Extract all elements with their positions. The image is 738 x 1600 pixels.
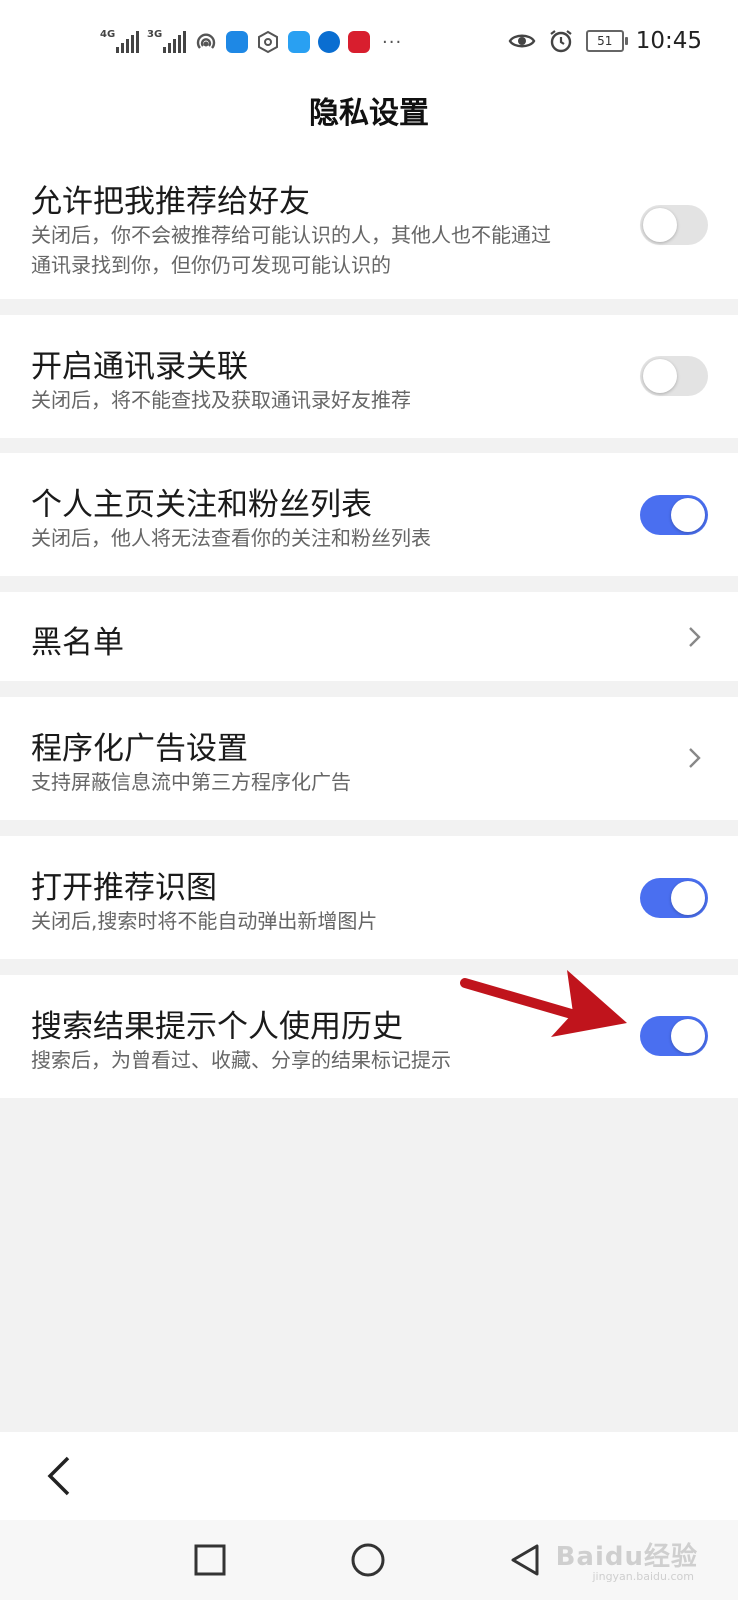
toggle-knob xyxy=(671,1019,705,1053)
clock: 10:45 xyxy=(635,28,702,54)
status-right: 51 10:45 xyxy=(508,28,702,54)
setting-recommend-to-friends: 允许把我推荐给好友 关闭后，你不会被推荐给可能认识的人，其他人也不能通过通讯录找… xyxy=(0,152,738,299)
setting-description: 关闭后,搜索时将不能自动弹出新增图片 xyxy=(31,909,378,933)
contacts-link-toggle[interactable] xyxy=(640,356,708,396)
setting-follow-fans-list: 个人主页关注和粉丝列表 关闭后，他人将无法查看你的关注和粉丝列表 xyxy=(0,453,738,576)
recent-apps-icon[interactable] xyxy=(190,1540,230,1580)
chevron-right-icon xyxy=(689,627,701,647)
baidu-watermark-url: jingyan.baidu.com xyxy=(592,1570,694,1583)
hotspot-icon xyxy=(196,33,216,49)
network-type-label: 3G xyxy=(147,29,163,40)
toggle-knob xyxy=(643,208,677,242)
setting-description: 支持屏蔽信息流中第三方程序化广告 xyxy=(31,770,351,794)
toggle-knob xyxy=(671,498,705,532)
setting-title: 搜索结果提示个人使用历史 xyxy=(31,1009,403,1045)
setting-description: 搜索后，为曾看过、收藏、分享的结果标记提示 xyxy=(31,1048,451,1072)
hexagon-icon xyxy=(258,30,278,54)
setting-description: 关闭后，你不会被推荐给可能认识的人，其他人也不能通过通讯录找到你，但你仍可发现可… xyxy=(31,223,551,277)
back-triangle-icon[interactable] xyxy=(505,1540,545,1580)
more-notifications: ··· xyxy=(382,31,403,53)
network-type-label: 4G xyxy=(100,29,116,40)
app-icon xyxy=(226,31,248,53)
setting-title: 黑名单 xyxy=(31,625,124,661)
alarm-icon xyxy=(550,30,572,53)
setting-contacts-link: 开启通讯录关联 关闭后，将不能查找及获取通讯录好友推荐 xyxy=(0,315,738,438)
back-arrow-icon[interactable] xyxy=(40,1452,80,1500)
recommend-to-friends-toggle[interactable] xyxy=(640,205,708,245)
system-nav-bar: Baidu经验 jingyan.baidu.com xyxy=(0,1520,738,1600)
setting-title: 允许把我推荐给好友 xyxy=(31,184,310,220)
toggle-knob xyxy=(643,359,677,393)
image-recognition-toggle[interactable] xyxy=(640,878,708,918)
setting-description: 关闭后，将不能查找及获取通讯录好友推荐 xyxy=(31,388,411,412)
baidu-watermark: Baidu经验 xyxy=(555,1542,698,1572)
battery-indicator: 51 xyxy=(585,30,628,52)
setting-title: 程序化广告设置 xyxy=(31,731,248,767)
app-icon xyxy=(288,31,310,53)
status-left: 4G 3G ··· xyxy=(100,29,403,54)
search-history-hint-toggle[interactable] xyxy=(640,1016,708,1056)
eye-icon xyxy=(508,34,536,48)
setting-title: 开启通讯录关联 xyxy=(31,349,248,385)
signal-icon: 3G xyxy=(147,29,186,53)
status-bar: 4G 3G ··· 51 10:45 xyxy=(0,0,738,92)
page-title: 隐私设置 xyxy=(0,92,738,153)
setting-blacklist[interactable]: 黑名单 xyxy=(0,592,738,681)
browser-icon xyxy=(318,31,340,53)
toggle-knob xyxy=(671,881,705,915)
annotation-arrow-icon xyxy=(460,970,627,1037)
signal-icon: 4G xyxy=(100,29,139,53)
chevron-right-icon xyxy=(689,748,701,768)
follow-fans-list-toggle[interactable] xyxy=(640,495,708,535)
app-bottom-bar xyxy=(0,1432,738,1520)
setting-image-recognition: 打开推荐识图 关闭后,搜索时将不能自动弹出新增图片 xyxy=(0,836,738,959)
setting-title: 打开推荐识图 xyxy=(31,870,217,906)
setting-description: 关闭后，他人将无法查看你的关注和粉丝列表 xyxy=(31,526,431,550)
home-circle-icon[interactable] xyxy=(348,1540,388,1580)
weibo-icon xyxy=(348,31,370,53)
setting-title: 个人主页关注和粉丝列表 xyxy=(31,487,372,523)
setting-programmatic-ads[interactable]: 程序化广告设置 支持屏蔽信息流中第三方程序化广告 xyxy=(0,697,738,820)
